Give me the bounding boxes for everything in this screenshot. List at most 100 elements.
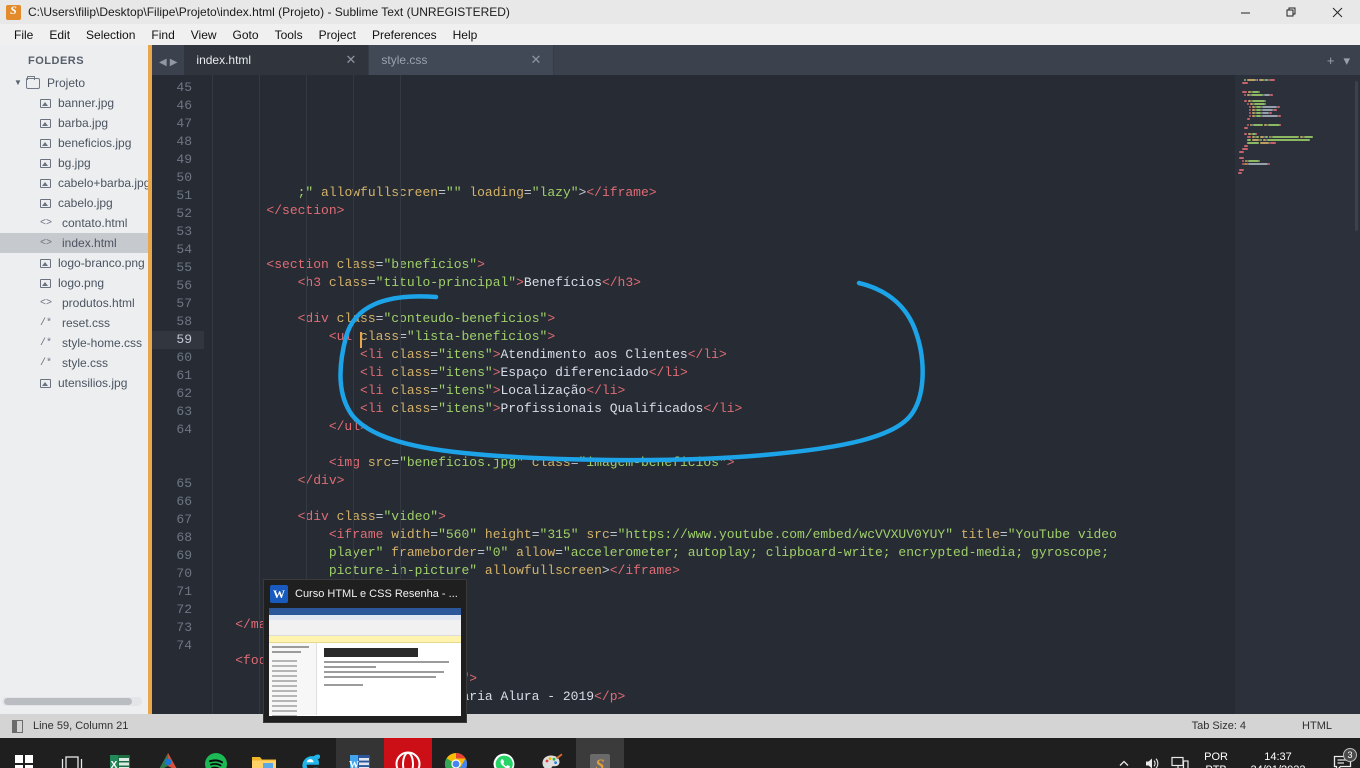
menu-goto[interactable]: Goto xyxy=(225,26,267,44)
minimize-button[interactable] xyxy=(1222,0,1268,24)
minimap-viewport-indicator[interactable] xyxy=(1355,81,1358,231)
menu-file[interactable]: File xyxy=(6,26,41,44)
sidebar-toggle-icon[interactable] xyxy=(12,719,23,733)
code-token: </li> xyxy=(687,347,727,362)
menu-preferences[interactable]: Preferences xyxy=(364,26,445,44)
taskbar-excel[interactable]: X xyxy=(96,738,144,768)
start-button[interactable] xyxy=(0,738,48,768)
tab-next-icon[interactable]: ▶ xyxy=(170,58,178,68)
code-token: <div xyxy=(297,311,329,326)
show-hidden-icons-icon[interactable] xyxy=(1110,758,1138,768)
taskbar-opera[interactable] xyxy=(384,738,432,768)
code-line[interactable]: </section> xyxy=(204,202,1235,220)
syntax-label[interactable]: HTML xyxy=(1274,720,1360,732)
sidebar-file-produtos-html[interactable]: <> produtos.html xyxy=(0,293,152,313)
sidebar-file-banner-jpg[interactable]: banner.jpg xyxy=(0,93,152,113)
code-line[interactable] xyxy=(204,220,1235,238)
line-number: 67 xyxy=(176,512,192,527)
code-line[interactable]: <div class="video"> xyxy=(204,508,1235,526)
scrollbar-thumb[interactable] xyxy=(4,698,132,705)
code-line[interactable]: <li class="itens">Profissionais Qualific… xyxy=(204,400,1235,418)
code-token: "accelerometer; autoplay; clipboard-writ… xyxy=(562,545,1110,560)
code-line[interactable]: <li class="itens">Atendimento aos Client… xyxy=(204,346,1235,364)
taskbar-internet-explorer[interactable] xyxy=(288,738,336,768)
code-line[interactable]: <ul class="lista-beneficios"> xyxy=(204,328,1235,346)
menu-find[interactable]: Find xyxy=(143,26,182,44)
code-line[interactable]: <iframe width="560" height="315" src="ht… xyxy=(204,526,1235,544)
sidebar-folder-projeto[interactable]: ▼ Projeto xyxy=(0,73,152,93)
code-line[interactable]: player" frameborder="0" allow="accelerom… xyxy=(204,544,1235,562)
sidebar-file-index-html[interactable]: <> index.html xyxy=(0,233,152,253)
menu-view[interactable]: View xyxy=(183,26,225,44)
volume-icon[interactable] xyxy=(1138,756,1166,768)
close-icon[interactable]: ✕ xyxy=(346,52,357,68)
taskbar-spotify[interactable] xyxy=(192,738,240,768)
code-line[interactable]: <section class="beneficios"> xyxy=(204,256,1235,274)
sidebar-file-logo-branco-png[interactable]: logo-branco.png xyxy=(0,253,152,273)
taskbar-sublime-text[interactable]: S xyxy=(576,738,624,768)
sidebar-file-utensilios-jpg[interactable]: utensilios.jpg xyxy=(0,373,152,393)
code-token: = xyxy=(999,527,1008,542)
tab-style-css[interactable]: style.css ✕ xyxy=(369,45,555,75)
new-tab-icon[interactable]: + xyxy=(1327,53,1335,69)
tab-index-html[interactable]: index.html ✕ xyxy=(184,45,370,75)
language-indicator[interactable]: POR PTB xyxy=(1194,751,1238,768)
sidebar-horizontal-scrollbar[interactable] xyxy=(2,697,142,706)
code-line[interactable]: <h3 class="titulo-principal">Benefícios<… xyxy=(204,274,1235,292)
maximize-restore-button[interactable] xyxy=(1268,0,1314,24)
code-line[interactable]: </ul> xyxy=(204,418,1235,436)
close-icon[interactable]: ✕ xyxy=(531,52,542,68)
taskbar-file-explorer[interactable] xyxy=(240,738,288,768)
code-line[interactable]: <li class="itens">Espaço diferenciado</l… xyxy=(204,364,1235,382)
code-minimap[interactable] xyxy=(1235,75,1360,714)
code-line[interactable] xyxy=(204,292,1235,310)
chevron-down-icon[interactable]: ▾ xyxy=(1343,53,1350,69)
image-file-icon xyxy=(40,278,51,288)
menu-selection[interactable]: Selection xyxy=(78,26,143,44)
code-line[interactable]: <li class="itens">Localização</li> xyxy=(204,382,1235,400)
code-token: <iframe xyxy=(328,527,384,542)
clock[interactable]: 14:37 24/01/2022 xyxy=(1238,751,1324,768)
code-line[interactable]: picture-in-picture" allowfullscreen></if… xyxy=(204,562,1235,580)
menu-tools[interactable]: Tools xyxy=(267,26,311,44)
tab-prev-icon[interactable]: ◀ xyxy=(159,58,167,68)
code-line[interactable] xyxy=(204,238,1235,256)
code-line[interactable]: ;" allowfullscreen="" loading="lazy"></i… xyxy=(204,184,1235,202)
sidebar-file-contato-html[interactable]: <> contato.html xyxy=(0,213,152,233)
thumbnail-image[interactable] xyxy=(269,608,461,716)
code-line[interactable]: <div class="conteudo-beneficios"> xyxy=(204,310,1235,328)
sidebar-file-style-css[interactable]: /* style.css xyxy=(0,353,152,373)
taskbar-paint[interactable] xyxy=(528,738,576,768)
sidebar-file-reset-css[interactable]: /* reset.css xyxy=(0,313,152,333)
code-line[interactable] xyxy=(204,436,1235,454)
html-file-icon: <> xyxy=(40,297,53,309)
task-view-button[interactable] xyxy=(48,738,96,768)
taskbar-word[interactable]: W xyxy=(336,738,384,768)
notification-center-button[interactable]: 3 xyxy=(1324,748,1360,768)
taskbar-thumbnail-preview[interactable]: Curso HTML e CSS Resenha - ... xyxy=(263,579,467,723)
code-token: > xyxy=(547,329,556,344)
taskbar-compass-app[interactable] xyxy=(144,738,192,768)
taskbar-whatsapp[interactable] xyxy=(480,738,528,768)
sidebar-file-beneficios-jpg[interactable]: beneficios.jpg xyxy=(0,133,152,153)
sidebar-file-bg-jpg[interactable]: bg.jpg xyxy=(0,153,152,173)
sidebar-file-cabelo-jpg[interactable]: cabelo.jpg xyxy=(0,193,152,213)
sidebar-file-style-home-css[interactable]: /* style-home.css xyxy=(0,333,152,353)
minimap-line xyxy=(1235,94,1360,96)
close-button[interactable] xyxy=(1314,0,1360,24)
code-line[interactable]: <img src="beneficios.jpg" class="imagem-… xyxy=(204,454,1235,472)
menu-help[interactable]: Help xyxy=(445,26,486,44)
network-icon[interactable] xyxy=(1166,756,1194,768)
menu-project[interactable]: Project xyxy=(311,26,364,44)
tab-size-label[interactable]: Tab Size: 4 xyxy=(1164,720,1274,732)
sidebar-file-barba-jpg[interactable]: barba.jpg xyxy=(0,113,152,133)
sidebar-file-cabelo-barba-jpg[interactable]: cabelo+barba.jpg xyxy=(0,173,152,193)
taskbar-chrome[interactable] xyxy=(432,738,480,768)
code-line[interactable] xyxy=(204,490,1235,508)
sidebar-file-logo-png[interactable]: logo.png xyxy=(0,273,152,293)
menu-edit[interactable]: Edit xyxy=(41,26,78,44)
code-line[interactable]: </div> xyxy=(204,472,1235,490)
image-file-icon xyxy=(40,258,51,268)
